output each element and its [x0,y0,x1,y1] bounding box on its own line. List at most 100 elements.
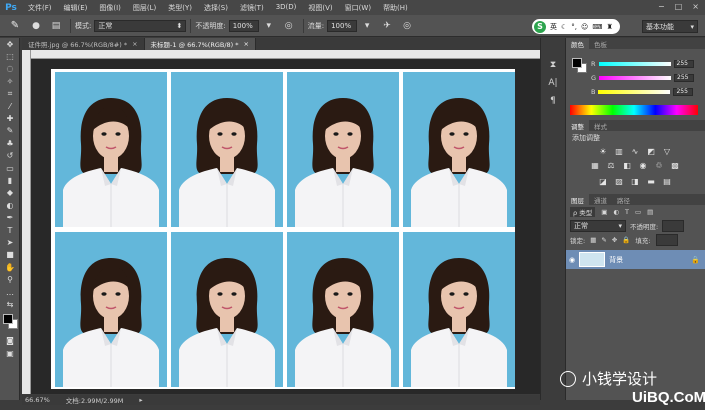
photo-sheet[interactable] [51,69,515,389]
curves-icon[interactable]: ∿ [628,146,642,156]
lock-move-icon[interactable]: ✥ [612,236,617,244]
character-panel-icon[interactable]: A| [541,74,565,92]
close-icon[interactable]: × [244,40,249,48]
tab-layers[interactable]: 图层 [566,194,589,205]
color-balance-icon[interactable]: ⚖ [604,160,618,170]
filter-type-icon[interactable]: T [625,208,629,216]
filter-adjust-icon[interactable]: ◐ [613,208,619,216]
brightness-icon[interactable]: ☀ [596,146,610,156]
lock-paint-icon[interactable]: ✎ [601,236,606,244]
black-white-icon[interactable]: ◧ [620,160,634,170]
type-tool-icon[interactable]: T [0,224,20,236]
pressure-size-icon[interactable]: ◎ [400,19,414,33]
blend-mode-select[interactable]: 正常 ▾ [570,220,626,232]
hand-tool-icon[interactable]: ✋ [0,261,20,273]
channel-slider-r[interactable]: R 255 [591,59,694,68]
filter-pixel-icon[interactable]: ▣ [601,208,607,216]
color-lookup-icon[interactable]: ▩ [668,160,682,170]
lock-pixels-icon[interactable]: ▦ [590,236,596,244]
tab-styles[interactable]: 样式 [589,120,612,131]
pressure-opacity-icon[interactable]: ◎ [282,19,296,33]
posterize-icon[interactable]: ▨ [612,176,626,186]
color-swatches[interactable] [0,311,19,335]
filter-shape-icon[interactable]: ▭ [635,208,641,216]
menu-item[interactable]: 选择(S) [198,3,234,13]
clone-stamp-icon[interactable]: ♣ [0,137,20,149]
quick-mask-icon[interactable]: ◙ [0,335,20,347]
workspace-select[interactable]: 基本功能 ▾ [642,20,698,33]
hue-saturation-icon[interactable]: ▦ [588,160,602,170]
tab-id-photo[interactable]: 证件照.jpg @ 66.7%(RGB/8#) * × [22,38,145,50]
color-swatches-mini[interactable] [572,58,588,74]
menu-item[interactable]: 图层(L) [127,3,162,13]
zoom-tool-icon[interactable]: ⚲ [0,273,20,285]
photo-filter-icon[interactable]: ◉ [636,160,650,170]
layer-opacity-input[interactable] [662,220,685,232]
chevron-down-icon[interactable]: ▾ [262,19,276,33]
channel-mixer-icon[interactable]: ♲ [652,160,666,170]
paragraph-panel-icon[interactable]: ¶ [541,92,565,110]
opacity-input[interactable]: 100% [228,19,259,32]
healing-brush-icon[interactable]: ✚ [0,112,20,124]
filter-smart-icon[interactable]: ▤ [647,208,653,216]
screen-mode-icon[interactable]: ▣ [0,347,20,359]
selective-color-icon[interactable]: ▤ [660,176,674,186]
blur-tool-icon[interactable]: ◆ [0,187,20,199]
more-tools-icon[interactable]: … [0,286,20,298]
chevron-right-icon[interactable]: ▸ [139,396,142,404]
history-panel-icon[interactable]: ⧗ [541,56,565,74]
color-spectrum[interactable] [570,105,698,115]
quick-select-tool-icon[interactable]: ✧ [0,75,20,87]
channel-slider-g[interactable]: G 255 [591,73,695,82]
fill-input[interactable] [655,234,678,246]
eraser-tool-icon[interactable]: ▭ [0,162,20,174]
swap-colors-icon[interactable]: ⇆ [0,298,20,310]
minimize-button[interactable]: − [658,2,665,11]
menu-item[interactable]: 图像(I) [93,3,127,13]
close-button[interactable]: × [692,2,699,11]
menu-item[interactable]: 文件(F) [22,3,58,13]
menu-item[interactable]: 滤镜(T) [234,3,270,13]
layer-row[interactable]: ◉ 背景 🔒 [566,250,705,269]
channel-slider-b[interactable]: B 255 [591,87,694,96]
channel-track[interactable] [599,75,672,80]
tab-channels[interactable]: 通道 [589,194,612,205]
lasso-tool-icon[interactable]: ◌ [0,63,20,75]
pen-tool-icon[interactable]: ✒ [0,211,20,223]
threshold-icon[interactable]: ◨ [628,176,642,186]
close-icon[interactable]: × [132,40,137,48]
ruler-vertical[interactable] [22,50,31,394]
lock-all-icon[interactable]: 🔒 [622,236,630,244]
menu-item[interactable]: 类型(Y) [162,3,198,13]
menu-item[interactable]: 视图(V) [302,3,338,13]
channel-track[interactable] [598,61,671,66]
brush-tool-icon[interactable]: ✎ [4,18,26,34]
channel-track[interactable] [598,89,671,94]
tab-color[interactable]: 颜色 [566,38,589,49]
photoshop-logo[interactable]: Ps [0,0,22,15]
channel-value[interactable]: 255 [673,87,694,96]
crop-tool-icon[interactable]: ⌗ [0,88,20,100]
gradient-tool-icon[interactable]: ▮ [0,174,20,186]
eyedropper-tool-icon[interactable]: ⁄ [0,100,20,112]
levels-icon[interactable]: ▥ [612,146,626,156]
gradient-map-icon[interactable]: ▬ [644,176,658,186]
vibrance-icon[interactable]: ▽ [660,146,674,156]
brush-tool-icon[interactable]: ✎ [0,125,20,137]
exposure-icon[interactable]: ◩ [644,146,658,156]
brush-panel-icon[interactable]: ▤ [49,19,63,33]
menu-item[interactable]: 窗口(W) [339,3,377,13]
flow-input[interactable]: 100% [327,19,358,32]
zoom-level[interactable]: 66.67% [25,396,50,404]
path-select-icon[interactable]: ➤ [0,236,20,248]
channel-value[interactable]: 255 [673,59,694,68]
history-brush-icon[interactable]: ↺ [0,150,20,162]
move-tool-icon[interactable]: ✥ [0,38,20,50]
tab-paths[interactable]: 路径 [612,194,635,205]
maximize-button[interactable]: □ [675,2,683,11]
tab-adjustments[interactable]: 调整 [566,120,589,131]
foreground-color-swatch[interactable] [3,313,13,324]
menu-item[interactable]: 帮助(H) [377,3,414,13]
tab-untitled[interactable]: 未标题-1 @ 66.7%(RGB/8) * × [144,38,256,50]
brush-preset-icon[interactable]: ● [29,19,43,33]
